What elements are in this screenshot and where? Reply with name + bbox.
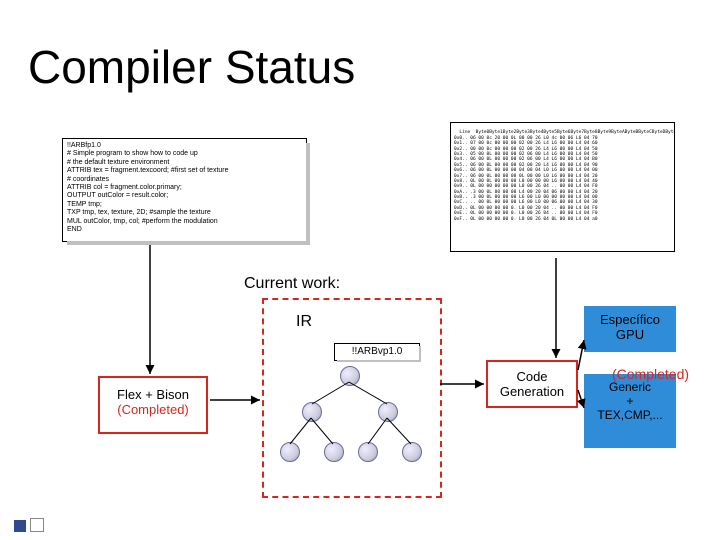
code-line: # the default texture environment	[67, 159, 302, 167]
binary-text: Line Byte0Byte1Byte2Byte3Byte4Byte5Byte6…	[454, 130, 675, 221]
code-line: TEMP tmp;	[67, 201, 302, 209]
completed-right-label: (Completed)	[612, 366, 689, 382]
source-code-box: !!ARBfp1.0 # Simple program to show how …	[62, 138, 307, 242]
generic-box: Generic + TEX,CMP,...	[584, 374, 676, 448]
codegen-l2: Generation	[488, 384, 576, 399]
esp-l2: GPU	[584, 327, 676, 342]
binary-output-box: Line Byte0Byte1Byte2Byte3Byte4Byte5Byte6…	[450, 122, 675, 252]
esp-l1: Específico	[584, 312, 676, 327]
specific-gpu-box: Específico GPU	[584, 306, 676, 352]
codegen-l1: Code	[488, 369, 576, 384]
footer-square-filled	[14, 520, 26, 532]
gen-l1: Generic	[584, 380, 676, 394]
code-generation-box: Code Generation	[486, 360, 578, 408]
flex-label: Flex + Bison	[100, 387, 206, 402]
code-line: MUL outColor, tmp, col; #perform the mod…	[67, 218, 302, 226]
gen-l3: TEX,CMP,...	[584, 408, 676, 422]
current-work-label: Current work:	[244, 275, 340, 293]
code-line: !!ARBfp1.0	[67, 142, 302, 150]
slide-title: Compiler Status	[28, 40, 355, 94]
footer-square-outline	[30, 518, 44, 532]
code-line: ATTRIB tex = fragment.texcoord; #first s…	[67, 167, 302, 175]
code-line: TXP tmp, tex, texture, 2D; #sample the t…	[67, 209, 302, 217]
code-line: END	[67, 226, 302, 234]
gen-l2: +	[584, 394, 676, 408]
code-line: # Simple program to show how to code up	[67, 150, 302, 158]
flex-completed: (Completed)	[100, 402, 206, 417]
code-line: # coordinates	[67, 176, 302, 184]
parse-tree	[278, 366, 428, 486]
code-line: ATTRIB col = fragment.color.primary;	[67, 184, 302, 192]
code-line: OUTPUT outColor = result.color;	[67, 192, 302, 200]
flex-bison-box: Flex + Bison (Completed)	[98, 376, 208, 434]
